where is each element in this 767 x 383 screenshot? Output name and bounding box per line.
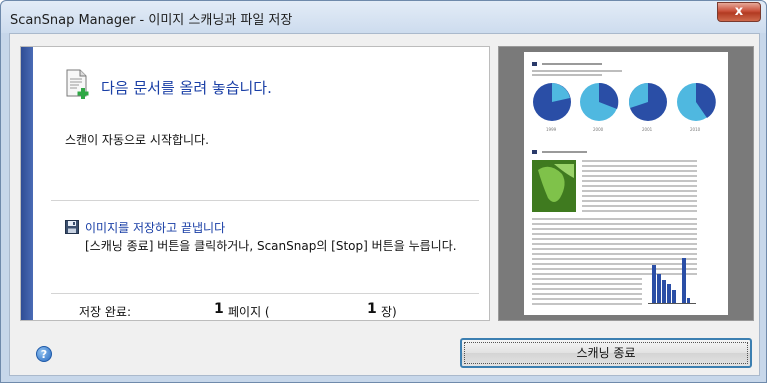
page-content-graphic: 1999 2000 2001 2010 [532, 62, 716, 305]
pie-chart-3 [629, 83, 667, 121]
sheets-count: 1 [367, 301, 377, 317]
save-and-finish-title: 이미지를 저장하고 끝냅니다 [85, 221, 226, 235]
pie-year-label: 2001 [642, 127, 653, 132]
saved-label: 저장 완료: [79, 305, 132, 319]
save-status: 저장 완료: 1 페이지 ( 1 장) [21, 301, 489, 319]
pie-year-label: 2010 [690, 127, 701, 132]
title-bar[interactable]: ScanSnap Manager - 이미지 스캐닝과 파일 저장 x [1, 1, 766, 33]
pages-unit: 페이지 ( [228, 305, 270, 319]
side-accent-bar [21, 47, 33, 320]
pages-count: 1 [214, 301, 224, 317]
info-panel: 다음 문서를 올려 놓습니다. 스캔이 자동으로 시작합니다. 이미지를 저장하… [20, 46, 490, 321]
instruction-heading: 다음 문서를 올려 놓습니다. [101, 79, 272, 97]
finish-scanning-button[interactable]: 스캐닝 종료 [460, 338, 752, 368]
scan-preview-pane: 1999 2000 2001 2010 [498, 46, 754, 321]
sheets-unit: 장) [381, 305, 397, 319]
scansnap-window: ScanSnap Manager - 이미지 스캐닝과 파일 저장 x 다음 문… [0, 0, 767, 383]
pie-chart-1 [533, 83, 571, 121]
dialog-body: 다음 문서를 올려 놓습니다. 스캔이 자동으로 시작합니다. 이미지를 저장하… [9, 33, 760, 376]
pie-year-label: 1999 [546, 127, 557, 132]
scanned-page-thumbnail: 1999 2000 2001 2010 [524, 52, 728, 315]
save-and-finish-description: [스캐닝 종료] 버튼을 클릭하거나, ScanSnap의 [Stop] 버튼을… [85, 239, 457, 253]
window-title: ScanSnap Manager - 이미지 스캐닝과 파일 저장 [10, 13, 293, 28]
close-icon: x [734, 4, 744, 19]
auto-start-text: 스캔이 자동으로 시작합니다. [65, 133, 209, 147]
pie-chart-4 [677, 82, 716, 121]
help-icon[interactable]: ? [36, 346, 52, 362]
divider [51, 293, 479, 294]
floppy-disk-icon [65, 220, 79, 234]
divider [51, 200, 479, 201]
pie-year-label: 2000 [593, 127, 604, 132]
pie-chart-2 [580, 82, 619, 121]
close-button[interactable]: x [717, 2, 761, 22]
add-document-icon [66, 69, 89, 99]
